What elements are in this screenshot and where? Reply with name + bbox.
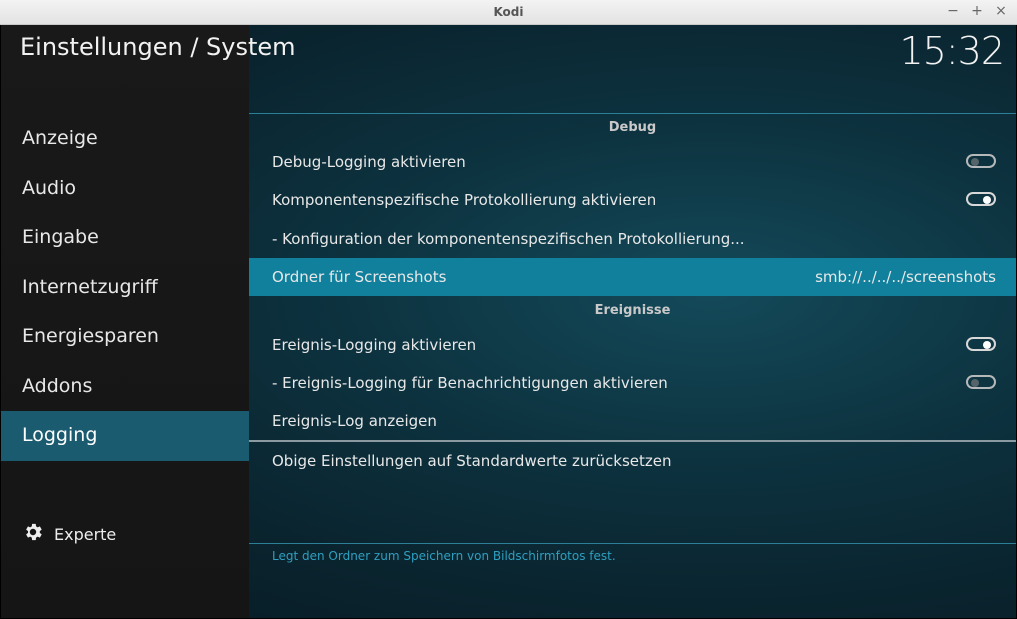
sidebar-item-label: Energiesparen [22, 325, 159, 347]
setting-label: Ordner für Screenshots [272, 268, 447, 286]
section-title-debug: Debug [608, 120, 657, 135]
expert-label: Experte [54, 524, 117, 544]
sidebar-item-addons[interactable]: Addons [1, 362, 249, 412]
setting-label: Komponentenspezifische Protokollierung a… [272, 191, 657, 209]
sidebar-item-internetzugriff[interactable]: Internetzugriff [1, 263, 249, 313]
sidebar-item-label: Anzeige [22, 127, 98, 149]
expert-level-button[interactable]: Experte [22, 521, 116, 547]
sidebar-item-anzeige[interactable]: Anzeige [1, 114, 249, 164]
setting-debug-logging[interactable]: Debug-Logging aktivieren [249, 143, 1016, 181]
kodi-window: Kodi − + × Anzeige Audio Eingabe Interne… [0, 0, 1017, 619]
toggle-switch-off[interactable] [966, 154, 996, 168]
setting-show-event-log[interactable]: Ereignis-Log anzeigen [249, 402, 1016, 440]
app-area: Anzeige Audio Eingabe Internetzugriff En… [1, 25, 1016, 618]
setting-label: Obige Einstellungen auf Standardwerte zu… [272, 452, 672, 470]
gear-icon [22, 521, 44, 547]
setting-screenshot-folder[interactable]: Ordner für Screenshots smb://../../../sc… [249, 258, 1016, 296]
sidebar-item-label: Logging [22, 424, 98, 446]
settings-list: Debug Debug-Logging aktivieren Komponent… [249, 25, 1016, 618]
setting-label: Debug-Logging aktivieren [272, 153, 466, 171]
setting-label: - Ereignis-Logging für Benachrichtigunge… [272, 374, 668, 392]
sidebar-item-energiesparen[interactable]: Energiesparen [1, 312, 249, 362]
sidebar-item-label: Addons [22, 374, 93, 397]
setting-component-logging[interactable]: Komponentenspezifische Protokollierung a… [249, 181, 1016, 219]
sidebar-item-audio[interactable]: Audio [1, 164, 249, 214]
setting-label: - Konfiguration der komponentenspezifisc… [272, 230, 745, 248]
setting-value: smb://../../../screenshots [815, 268, 996, 286]
sidebar-item-label: Internetzugriff [22, 275, 158, 298]
title-bar[interactable]: Kodi − + × [0, 0, 1017, 25]
setting-description: Legt den Ordner zum Speichern von Bildsc… [272, 549, 616, 563]
toggle-switch-off[interactable] [966, 375, 996, 389]
window-title: Kodi [493, 5, 524, 19]
reset-defaults-button[interactable]: Obige Einstellungen auf Standardwerte zu… [249, 442, 1016, 480]
setting-label: Ereignis-Log anzeigen [272, 412, 437, 430]
setting-component-config[interactable]: - Konfiguration der komponentenspezifisc… [249, 220, 1016, 258]
section-title-events: Ereignisse [594, 303, 671, 318]
sidebar-item-label: Audio [22, 176, 77, 199]
sidebar-item-label: Eingabe [22, 226, 99, 248]
settings-category-menu: Anzeige Audio Eingabe Internetzugriff En… [1, 114, 249, 461]
toggle-switch-on[interactable] [966, 192, 996, 206]
setting-event-notifications[interactable]: - Ereignis-Logging für Benachrichtigunge… [249, 364, 1016, 402]
toggle-switch-on[interactable] [966, 337, 996, 351]
sidebar-item-logging[interactable]: Logging [1, 411, 249, 461]
footer-divider [249, 543, 1016, 544]
sidebar: Anzeige Audio Eingabe Internetzugriff En… [1, 25, 249, 618]
window-controls: − + × [947, 3, 1007, 19]
header-divider [249, 113, 1016, 114]
maximize-button[interactable]: + [971, 3, 983, 19]
sidebar-item-eingabe[interactable]: Eingabe [1, 213, 249, 263]
close-button[interactable]: × [995, 3, 1007, 19]
setting-label: Ereignis-Logging aktivieren [272, 336, 477, 354]
minimize-button[interactable]: − [947, 3, 959, 19]
setting-event-logging[interactable]: Ereignis-Logging aktivieren [249, 326, 1016, 364]
